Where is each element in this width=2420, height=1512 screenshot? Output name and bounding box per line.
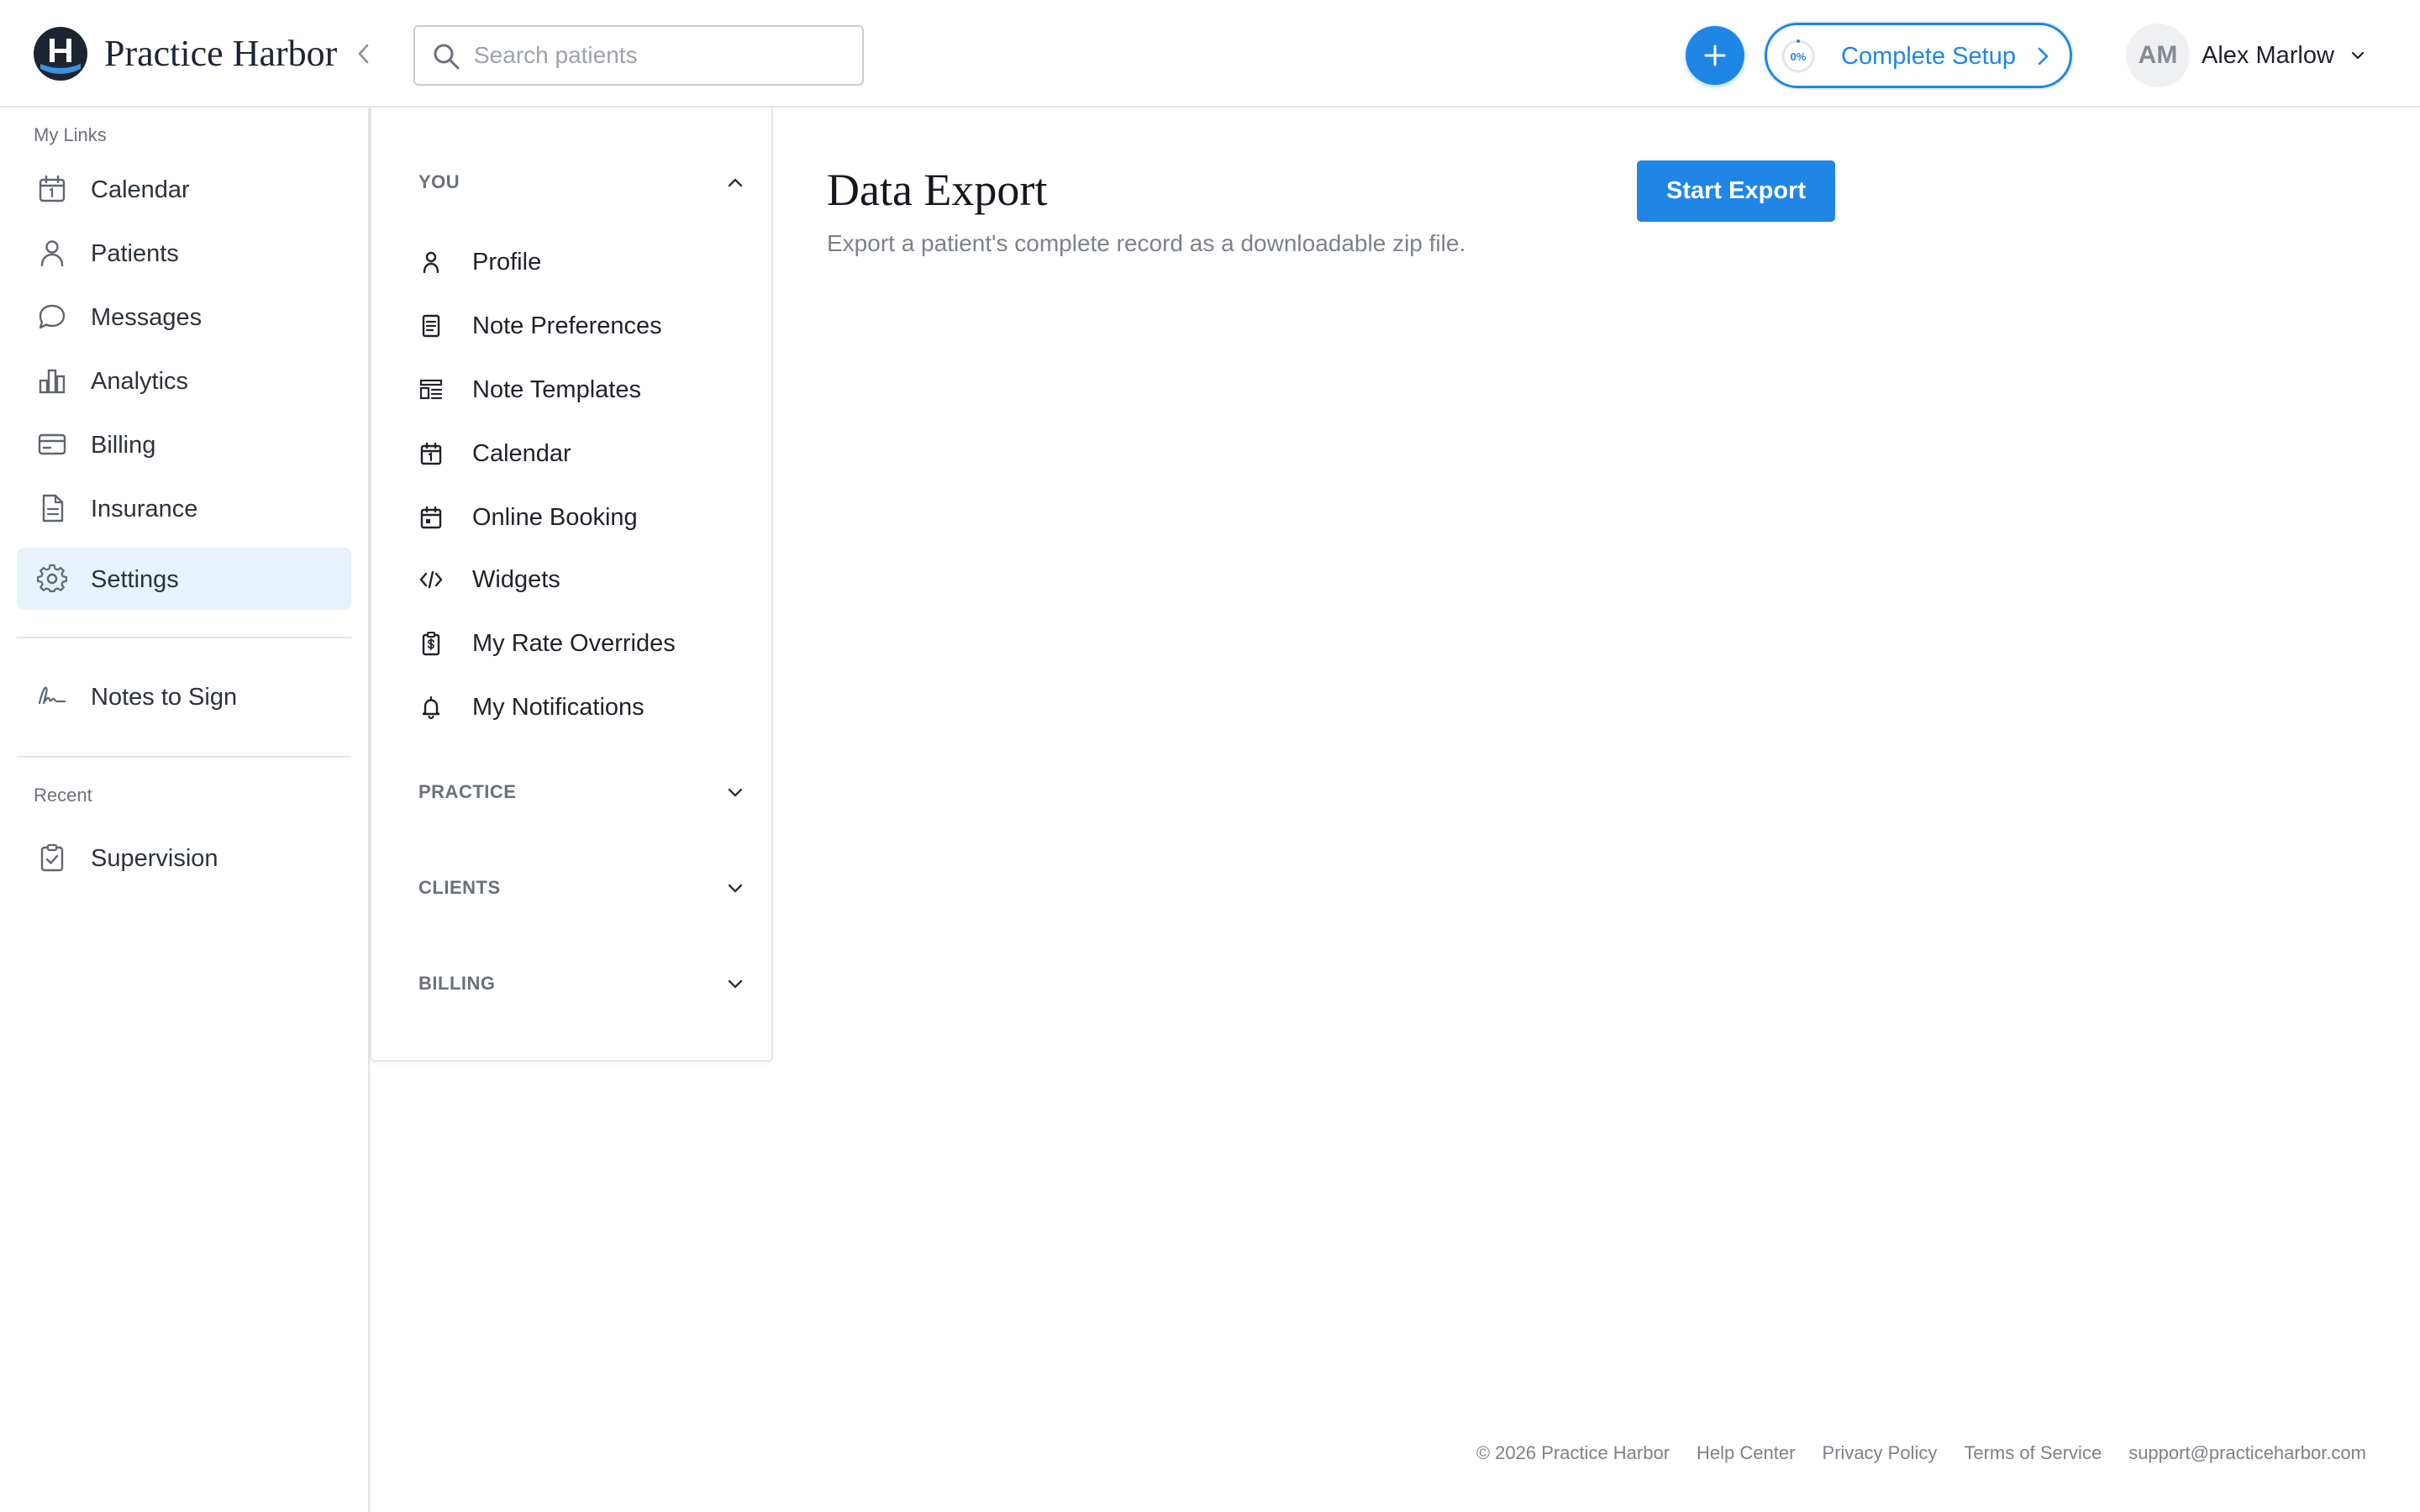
sidebar-item-label: Insurance [91, 496, 198, 522]
settings-group-billing[interactable]: BILLING [418, 966, 746, 1000]
footer-copyright: © 2026 Practice Harbor [1476, 1442, 1670, 1463]
top-header: Practice Harbor 0% Complete Setup AM Ale… [0, 0, 2420, 108]
complete-setup-label: Complete Setup [1841, 43, 2016, 70]
settings-item-note-templates[interactable]: Note Templates [418, 365, 746, 415]
credit-card-icon [38, 433, 66, 455]
code-icon [419, 570, 443, 589]
sidebar-item-analytics[interactable]: Analytics [17, 349, 351, 412]
user-icon [40, 240, 64, 267]
sidebar-item-insurance[interactable]: Insurance [17, 477, 351, 539]
user-icon [423, 251, 439, 274]
settings-group-label: PRACTICE [418, 781, 517, 802]
page-footer: © 2026 Practice Harbor Help Center Priva… [1476, 1441, 2366, 1465]
settings-menu-panel: YOU Profile Note Preferences Note Templa… [370, 108, 773, 1062]
my-links-label: My Links [34, 124, 107, 145]
plus-icon [1704, 45, 1726, 66]
sidebar-item-calendar[interactable]: Calendar [17, 158, 351, 220]
sidebar-item-supervision[interactable]: Supervision [17, 827, 351, 889]
sidebar-item-label: Billing [91, 432, 156, 459]
sidebar-item-label: Calendar [91, 176, 190, 203]
add-new-button[interactable] [1686, 26, 1744, 85]
settings-group-practice[interactable]: PRACTICE [418, 774, 746, 808]
complete-setup-button[interactable]: 0% Complete Setup [1765, 23, 2072, 88]
chevron-down-icon[interactable] [2349, 47, 2366, 64]
search-input[interactable] [474, 37, 852, 74]
footer-link-support-email[interactable]: support@practiceharbor.com [2128, 1441, 2366, 1465]
settings-group-label: YOU [418, 171, 460, 192]
settings-group-you[interactable]: YOU [418, 165, 746, 198]
sidebar-item-label: Analytics [91, 368, 189, 395]
chevron-down-icon [728, 979, 743, 989]
clipboard-check-icon [40, 843, 64, 872]
sidebar-divider [17, 637, 351, 638]
chevron-right-icon [2038, 47, 2049, 66]
sidebar-item-settings[interactable]: Settings [17, 548, 351, 610]
settings-item-label: Widgets [472, 566, 560, 593]
sidebar-item-messages[interactable]: Messages [17, 286, 351, 348]
settings-item-my-rate-overrides[interactable]: My Rate Overrides [418, 618, 746, 669]
user-name[interactable]: Alex Marlow [2202, 42, 2334, 69]
footer-link-privacy-policy[interactable]: Privacy Policy [1822, 1441, 1937, 1465]
settings-group-label: BILLING [418, 973, 496, 994]
settings-item-label: Note Preferences [472, 312, 662, 339]
chevron-up-icon [728, 178, 743, 187]
calendar-icon [420, 506, 442, 529]
settings-item-label: My Notifications [472, 694, 644, 721]
practice-harbor-logo-icon[interactable] [34, 27, 87, 81]
settings-group-label: CLIENTS [418, 877, 501, 898]
settings-item-my-notifications[interactable]: My Notifications [418, 682, 746, 732]
settings-item-label: Online Booking [472, 504, 638, 531]
chevron-down-icon [728, 788, 743, 797]
chat-icon [39, 304, 66, 329]
settings-item-label: Profile [472, 249, 542, 276]
settings-item-label: My Rate Overrides [472, 630, 676, 657]
calendar-icon [420, 442, 442, 465]
recent-label: Recent [34, 785, 92, 806]
settings-item-widgets[interactable]: Widgets [418, 554, 746, 605]
collapse-sidebar-button[interactable] [348, 37, 378, 71]
left-sidebar: My Links Calendar Patients Messages Anal… [0, 108, 370, 1512]
chevron-left-icon [358, 44, 369, 64]
user-avatar[interactable]: AM [2126, 24, 2190, 87]
sidebar-divider [17, 756, 351, 758]
start-export-button[interactable]: Start Export [1637, 160, 1835, 222]
footer-link-terms-of-service[interactable]: Terms of Service [1964, 1441, 2102, 1465]
document-icon [42, 494, 64, 522]
sidebar-item-notes-to-sign[interactable]: Notes to Sign [17, 665, 351, 727]
sidebar-item-label: Notes to Sign [91, 684, 238, 711]
gear-icon [37, 564, 67, 593]
search-box[interactable] [413, 25, 864, 86]
dollar-clipboard-icon [422, 632, 440, 656]
setup-progress-percent: 0% [1790, 50, 1807, 63]
sidebar-item-patients[interactable]: Patients [17, 222, 351, 284]
page-title: Data Export [827, 165, 1048, 215]
settings-item-online-booking[interactable]: Online Booking [418, 492, 746, 543]
calendar-icon [39, 175, 66, 202]
settings-item-profile[interactable]: Profile [418, 237, 746, 287]
sidebar-item-label: Messages [91, 304, 203, 331]
template-icon [419, 379, 443, 400]
sidebar-item-label: Settings [91, 566, 179, 593]
settings-item-note-preferences[interactable]: Note Preferences [418, 301, 746, 351]
page-description: Export a patient's complete record as a … [827, 230, 1466, 256]
settings-item-label: Calendar [472, 440, 571, 467]
settings-item-label: Note Templates [472, 376, 641, 403]
note-icon [422, 314, 440, 338]
settings-group-clients[interactable]: CLIENTS [418, 870, 746, 904]
sidebar-item-billing[interactable]: Billing [17, 413, 351, 475]
bell-icon [422, 696, 440, 720]
bar-chart-icon [39, 369, 66, 394]
search-icon [434, 44, 460, 70]
settings-item-calendar[interactable]: Calendar [418, 428, 746, 479]
sidebar-item-label: Patients [91, 240, 179, 267]
brand-name[interactable]: Practice Harbor [104, 30, 337, 77]
sidebar-item-label: Supervision [91, 845, 218, 872]
footer-link-help-center[interactable]: Help Center [1697, 1441, 1795, 1465]
signature-icon [38, 686, 66, 705]
chevron-down-icon [728, 884, 743, 893]
